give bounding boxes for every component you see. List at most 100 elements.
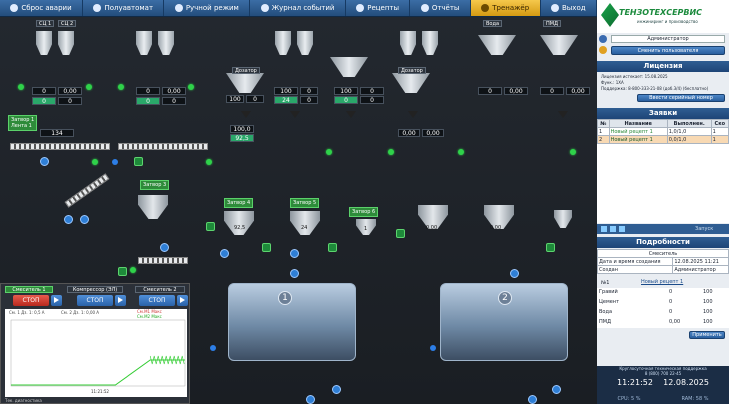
mixer-1[interactable] (228, 283, 356, 361)
plot-frame (10, 319, 186, 387)
ingredient-target[interactable]: 100 (703, 289, 713, 295)
conveyor-toggle[interactable] (134, 157, 143, 166)
value-cell: 0 (360, 96, 384, 104)
table-row[interactable]: 2 Новый рецепт 1 0,0/1,0 1 (597, 135, 729, 144)
recipe-tab-number[interactable]: №1 (601, 280, 609, 286)
scale-toggle[interactable] (396, 229, 405, 238)
scale-value: 92,5 (234, 225, 246, 231)
scale-toggle[interactable] (328, 243, 337, 252)
line-chart (10, 319, 186, 387)
mixer1-start-button[interactable] (51, 295, 62, 306)
chart-area: См. 1 Дз. 1: 0,5 А См. 2 Дз. 1: 0,00 А С… (5, 309, 187, 397)
apply-button[interactable]: Применить (689, 331, 725, 339)
vibrator-button[interactable] (160, 243, 169, 252)
gate-tag: Затвор 3 (140, 180, 170, 190)
add-icon[interactable] (601, 226, 607, 232)
company-tagline: инжиниринг и производство (637, 19, 698, 24)
dosing-hopper (392, 73, 430, 93)
license-info: Лицензия истекает: 15.08.2025 Функ.: 1ХА… (601, 74, 708, 92)
ingredient-name: ПМД (599, 319, 611, 325)
conveyor-value: 134 (40, 129, 74, 137)
reports-button[interactable]: Отчёты (410, 0, 471, 16)
ingredient-target[interactable]: 100 (703, 299, 713, 305)
trainer-button[interactable]: Тренажёр (470, 0, 541, 16)
flap-valve-icon[interactable] (408, 111, 418, 118)
mixer-1-number: 1 (278, 291, 292, 305)
bunker-value: 100,0 (230, 125, 254, 133)
mixer-unload-button[interactable] (528, 395, 537, 404)
ingredient-actual: 0,00 (669, 319, 681, 325)
gate-tag: Затвор 5 (290, 198, 320, 208)
enter-serial-button[interactable]: Ввести серийный номер (637, 94, 725, 102)
alarm-icon (10, 4, 19, 12)
current-chart-panel: Смеситель 1 Компрессор (ЭЛ) Смеситель 2 … (0, 283, 190, 404)
status-bar: CPU: 5 % RAM: 58 % (597, 394, 729, 404)
exit-button[interactable]: Выход (541, 0, 597, 16)
value-cell: 0 (300, 87, 318, 95)
scale-toggle[interactable] (206, 222, 215, 231)
clock-time: 11:21:52 (617, 378, 653, 387)
recipes-button[interactable]: Рецепты (346, 0, 411, 16)
ingredient-target[interactable]: 100 (703, 319, 713, 325)
semi-auto-button[interactable]: Полуавтомат (83, 0, 165, 16)
ingredient-target[interactable]: 100 (703, 309, 713, 315)
event-log-button[interactable]: Журнал событий (250, 0, 346, 16)
silo (158, 31, 174, 55)
mixer-unload-button[interactable] (332, 385, 341, 394)
flap-valve-icon[interactable] (558, 111, 568, 118)
status-indicator (86, 84, 92, 90)
scale-open-button[interactable] (220, 249, 229, 258)
value-cell: 0,00 (422, 129, 444, 137)
col-header: Ско (710, 119, 729, 128)
flap-valve-icon[interactable] (241, 111, 251, 118)
start-label[interactable]: Запуск (695, 226, 713, 232)
series-oscillation (149, 355, 185, 365)
change-user-button[interactable]: Сменить пользователя (611, 46, 725, 55)
mixer2-stop-button[interactable]: СТОП (139, 295, 175, 306)
scale-hopper (290, 211, 320, 235)
compressor-header: Компрессор (ЭЛ) (67, 286, 123, 293)
value-cell: 0 (136, 87, 160, 95)
manual-mode-button[interactable]: Ручной режим (164, 0, 251, 16)
status-indicator (112, 159, 118, 165)
start-conveyor-button[interactable] (40, 157, 49, 166)
scale-toggle[interactable] (546, 243, 555, 252)
x-tick-label: 11:21:52 (91, 389, 109, 394)
mixer-unload-button[interactable] (306, 395, 315, 404)
scale-toggle[interactable] (262, 243, 271, 252)
compressor-stop-button[interactable]: СТОП (77, 295, 113, 306)
scale-value: 0,00 (426, 225, 438, 231)
value-cell: 0,00 (566, 87, 590, 95)
start-screw-button[interactable] (64, 215, 73, 224)
compressor-start-button[interactable] (115, 295, 126, 306)
table-row[interactable]: 1 Новый рецепт 1 1,0/1,0 1 (597, 127, 729, 136)
edit-icon[interactable] (610, 226, 616, 232)
delete-icon[interactable] (619, 226, 625, 232)
mixer2-start-button[interactable] (177, 295, 188, 306)
value-cell: 0 (136, 97, 160, 105)
value-cell: 0 (300, 96, 318, 104)
reset-toggle[interactable] (118, 267, 127, 276)
additive-tank (540, 35, 578, 55)
user-icon (599, 35, 607, 43)
silo (136, 31, 152, 55)
mixer1-stop-button[interactable]: СТОП (13, 295, 49, 306)
flap-valve-icon[interactable] (346, 111, 356, 118)
mixer-gate-button[interactable] (290, 269, 299, 278)
reset-alarm-button[interactable]: Сброс аварии (0, 0, 84, 16)
manual-icon (174, 4, 183, 12)
mixer-unload-button[interactable] (552, 385, 561, 394)
recipe-tab-name[interactable]: Новый рецепт 1 (641, 279, 683, 285)
col-header: Название (608, 119, 668, 128)
dosing-hopper (226, 73, 264, 93)
status-indicator (458, 149, 464, 155)
stop-screw-button[interactable] (80, 215, 89, 224)
logo-mark-icon (601, 3, 619, 27)
water-tank (478, 35, 516, 55)
flap-valve-icon[interactable] (290, 111, 300, 118)
legend-entry: См. 1 Дз. 1: 0,5 А (9, 310, 45, 315)
mixer-gate-button[interactable] (510, 269, 519, 278)
scale-hopper (224, 211, 254, 235)
scale-open-button[interactable] (290, 249, 299, 258)
status-indicator (118, 84, 124, 90)
